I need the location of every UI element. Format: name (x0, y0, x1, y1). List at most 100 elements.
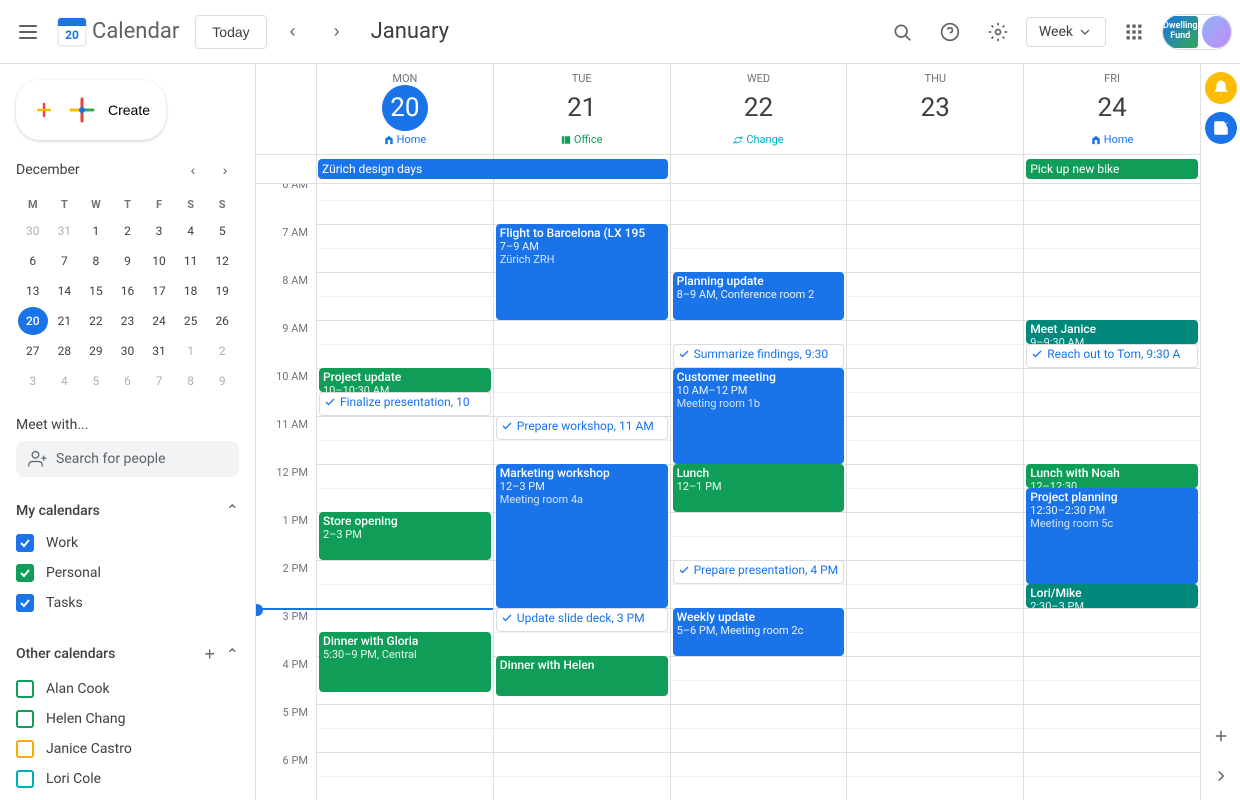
mini-cal-day[interactable]: 8 (81, 247, 111, 275)
mini-cal-day[interactable]: 16 (113, 277, 143, 305)
calendar-checkbox[interactable] (16, 770, 34, 788)
mini-cal-prev[interactable]: ‹ (179, 156, 207, 184)
mini-cal-day[interactable]: 26 (207, 307, 237, 335)
add-other-calendar-button[interactable]: + (198, 642, 222, 666)
mini-cal-day[interactable]: 6 (113, 367, 143, 395)
mini-cal-day[interactable]: 14 (50, 277, 80, 305)
other-calendar-item[interactable]: Janice Castro (0, 734, 255, 764)
other-calendar-item[interactable]: Alan Cook (0, 674, 255, 704)
calendar-event[interactable]: Dinner with Helen (496, 656, 668, 696)
mini-cal-day[interactable]: 23 (113, 307, 143, 335)
my-calendar-item[interactable]: Work (0, 528, 255, 558)
calendar-checkbox[interactable] (16, 680, 34, 698)
calendar-event[interactable]: Prepare workshop, 11 AM (496, 416, 668, 440)
mini-cal-day[interactable]: 12 (207, 247, 237, 275)
create-button[interactable]: Create (16, 80, 166, 140)
mini-cal-day[interactable]: 17 (144, 277, 174, 305)
search-people-button[interactable]: Search for people (16, 441, 239, 477)
other-calendar-item[interactable]: Lori Cole (0, 764, 255, 794)
mini-cal-day[interactable]: 13 (18, 277, 48, 305)
calendar-event[interactable]: Customer meeting10 AM–12 PMMeeting room … (673, 368, 845, 464)
calendar-event[interactable]: Finalize presentation, 10 (319, 392, 491, 416)
mini-cal-day[interactable]: 5 (207, 217, 237, 245)
mini-cal-day[interactable]: 10 (144, 247, 174, 275)
calendar-event[interactable]: Lunch12–1 PM (673, 464, 845, 512)
settings-button[interactable] (978, 12, 1018, 52)
prev-week-button[interactable]: ‹ (275, 14, 311, 50)
calendar-event[interactable]: Project update10–10:30 AM (319, 368, 491, 392)
calendar-event[interactable]: Dinner with Gloria5:30–9 PM, Central (319, 632, 491, 692)
mini-cal-day[interactable]: 24 (144, 307, 174, 335)
mini-cal-day[interactable]: 7 (50, 247, 80, 275)
mini-cal-day[interactable]: 3 (144, 217, 174, 245)
account-button[interactable]: Dwelling Fund (1162, 14, 1232, 50)
next-week-button[interactable]: › (319, 14, 355, 50)
mini-cal-day[interactable]: 9 (113, 247, 143, 275)
calendar-event[interactable]: Marketing workshop12–3 PMMeeting room 4a (496, 464, 668, 608)
calendar-event[interactable]: Prepare presentation, 4 PM (673, 560, 845, 584)
mini-cal-day[interactable]: 3 (18, 367, 48, 395)
mini-cal-day[interactable]: 27 (18, 337, 48, 365)
tasks-icon-button[interactable] (1205, 112, 1237, 144)
help-button[interactable] (930, 12, 970, 52)
day-header[interactable]: WED22Change (670, 64, 847, 154)
mini-cal-day[interactable]: 1 (81, 217, 111, 245)
calendar-event[interactable]: Meet Janice9–9:30 AM (1026, 320, 1198, 344)
today-button[interactable]: Today (195, 15, 266, 49)
add-panel-button[interactable] (1205, 720, 1237, 752)
mini-cal-day[interactable]: 18 (176, 277, 206, 305)
mini-cal-day[interactable]: 30 (18, 217, 48, 245)
mini-cal-next[interactable]: › (211, 156, 239, 184)
mini-cal-day[interactable]: 20 (18, 307, 48, 335)
calendar-checkbox[interactable] (16, 534, 34, 552)
calendar-checkbox[interactable] (16, 564, 34, 582)
calendar-event[interactable]: Reach out to Tom, 9:30 A (1026, 344, 1198, 368)
mini-cal-day[interactable]: 8 (176, 367, 206, 395)
mini-cal-day[interactable]: 21 (50, 307, 80, 335)
calendar-event[interactable]: Planning update8–9 AM, Conference room 2 (673, 272, 845, 320)
mini-cal-day[interactable]: 9 (207, 367, 237, 395)
mini-cal-day[interactable]: 7 (144, 367, 174, 395)
mini-cal-day[interactable]: 22 (81, 307, 111, 335)
chevron-right-panel-button[interactable] (1205, 760, 1237, 792)
notifications-icon-button[interactable] (1205, 72, 1237, 104)
calendar-event[interactable]: Lunch with Noah12–12:30 (1026, 464, 1198, 488)
other-calendar-item[interactable]: Helen Chang (0, 704, 255, 734)
day-header[interactable]: FRI24Home (1023, 64, 1200, 154)
mini-cal-day[interactable]: 19 (207, 277, 237, 305)
week-view-selector[interactable]: Week (1026, 17, 1106, 47)
mini-cal-day[interactable]: 4 (50, 367, 80, 395)
mini-cal-day[interactable]: 11 (176, 247, 206, 275)
calendar-checkbox[interactable] (16, 710, 34, 728)
calendar-event[interactable]: Store opening2–3 PM (319, 512, 491, 560)
day-header[interactable]: MON20Home (316, 64, 493, 154)
mini-cal-day[interactable]: 30 (113, 337, 143, 365)
google-apps-button[interactable] (1114, 12, 1154, 52)
mini-cal-day[interactable]: 2 (207, 337, 237, 365)
mini-cal-day[interactable]: 31 (50, 217, 80, 245)
menu-button[interactable] (8, 12, 48, 52)
mini-cal-day[interactable]: 15 (81, 277, 111, 305)
mini-cal-day[interactable]: 5 (81, 367, 111, 395)
calendar-event[interactable]: Update slide deck, 3 PM (496, 608, 668, 632)
allday-event[interactable]: Zürich design days (318, 159, 668, 179)
calendar-checkbox[interactable] (16, 740, 34, 758)
calendar-event[interactable]: Weekly update5–6 PM, Meeting room 2c (673, 608, 845, 656)
calendar-event[interactable]: Project planning12:30–2:30 PMMeeting roo… (1026, 488, 1198, 584)
mini-cal-day[interactable]: 29 (81, 337, 111, 365)
my-calendar-item[interactable]: Personal (0, 558, 255, 588)
search-button[interactable] (882, 12, 922, 52)
my-calendars-header[interactable]: My calendars ⌃ (0, 493, 255, 528)
my-calendar-item[interactable]: Tasks (0, 588, 255, 618)
mini-cal-day[interactable]: 2 (113, 217, 143, 245)
mini-cal-day[interactable]: 25 (176, 307, 206, 335)
mini-cal-day[interactable]: 4 (176, 217, 206, 245)
other-calendar-item[interactable]: Roger Nelson (0, 794, 255, 800)
day-header[interactable]: THU23 (846, 64, 1023, 154)
mini-cal-day[interactable]: 6 (18, 247, 48, 275)
allday-event[interactable]: Pick up new bike (1026, 159, 1198, 179)
calendar-event[interactable]: Lori/Mike2:30–3 PM (1026, 584, 1198, 608)
day-header[interactable]: TUE21Office (493, 64, 670, 154)
calendar-event[interactable]: Flight to Barcelona (LX 1957–9 AMZürich … (496, 224, 668, 320)
other-calendars-header[interactable]: Other calendars + ⌃ (0, 634, 255, 674)
